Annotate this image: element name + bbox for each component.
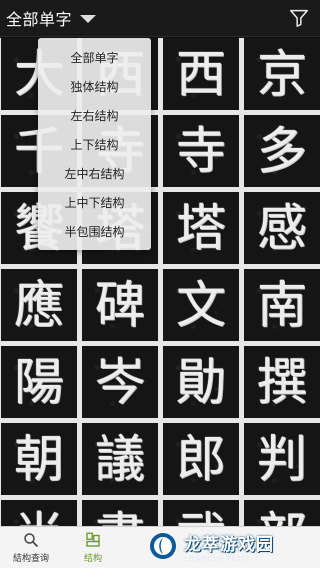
category-selector[interactable]: 全部单字: [6, 6, 97, 30]
character-tile[interactable]: 應: [1, 269, 77, 341]
character-tile[interactable]: 碑: [82, 269, 158, 341]
character-tile[interactable]: 勛: [163, 346, 239, 418]
search-icon: [24, 533, 38, 547]
brand-logo-icon: [150, 533, 176, 559]
character-glyph: 多: [257, 122, 307, 180]
character-glyph: 西: [176, 45, 226, 103]
page-title[interactable]: 全部单字: [6, 6, 72, 30]
character-glyph: 書: [95, 511, 145, 526]
watermark: 龙萃游戏园 LONGCUI TECH: [148, 524, 320, 568]
dropdown-item-all[interactable]: 全部单字: [38, 43, 151, 72]
character-tile[interactable]: 陽: [1, 346, 77, 418]
character-tile[interactable]: 武: [163, 500, 239, 526]
structure-dropdown-menu: 全部单字 独体结构 左右结构 上下结构 左中右结构 上中下结构 半包围结构: [38, 38, 151, 250]
filter-icon[interactable]: [288, 7, 310, 29]
character-tile[interactable]: 南: [244, 269, 320, 341]
top-bar: 全部单字: [0, 0, 320, 37]
dropdown-item-half-enclosure[interactable]: 半包围结构: [38, 217, 151, 246]
structure-icon: [86, 532, 100, 547]
character-tile[interactable]: 判: [244, 423, 320, 495]
watermark-subtitle: LONGCUI TECH: [184, 554, 249, 563]
character-glyph: 岑: [95, 353, 145, 411]
dropdown-item-top-bottom[interactable]: 上下结构: [38, 130, 151, 159]
character-glyph: 塔: [176, 199, 226, 257]
character-glyph: 議: [95, 430, 145, 488]
character-glyph: 感: [257, 199, 307, 257]
character-tile[interactable]: 感: [244, 192, 320, 264]
character-glyph: 勛: [176, 353, 226, 411]
character-tile[interactable]: 議: [82, 423, 158, 495]
character-glyph: 京: [257, 45, 307, 103]
character-tile[interactable]: 岑: [82, 346, 158, 418]
dropdown-item-left-middle-right[interactable]: 左中右结构: [38, 159, 151, 188]
chevron-down-icon[interactable]: [80, 15, 97, 23]
character-tile[interactable]: 朝: [1, 423, 77, 495]
character-glyph: 文: [176, 276, 226, 334]
character-glyph: 尚: [14, 511, 64, 526]
character-tile[interactable]: 塔: [163, 192, 239, 264]
tab-label: 結构查询: [12, 554, 49, 564]
character-glyph: 碑: [95, 276, 145, 334]
character-glyph: 撰: [257, 353, 307, 411]
character-tile[interactable]: 京: [244, 38, 320, 110]
character-tile[interactable]: 撰: [244, 346, 320, 418]
character-tile[interactable]: 書: [82, 500, 158, 526]
tab-structure-search[interactable]: 結构查询: [0, 527, 62, 568]
character-tile[interactable]: 部: [244, 500, 320, 526]
dropdown-item-single[interactable]: 独体结构: [38, 72, 151, 101]
character-glyph: 寺: [176, 122, 226, 180]
dropdown-item-top-middle-bottom[interactable]: 上中下结构: [38, 188, 151, 217]
character-glyph: 陽: [14, 353, 64, 411]
character-tile[interactable]: 多: [244, 115, 320, 187]
character-tile[interactable]: 寺: [163, 115, 239, 187]
character-glyph: 朝: [14, 430, 64, 488]
character-glyph: 南: [257, 276, 307, 334]
character-tile[interactable]: 郎: [163, 423, 239, 495]
tab-label: 结构: [83, 554, 102, 564]
character-tile[interactable]: 尚: [1, 500, 77, 526]
character-glyph: 判: [257, 430, 307, 488]
dropdown-item-left-right[interactable]: 左右结构: [38, 101, 151, 130]
character-glyph: 應: [14, 276, 64, 334]
tab-structure[interactable]: 结构: [62, 527, 124, 568]
character-tile[interactable]: 西: [163, 38, 239, 110]
character-glyph: 郎: [176, 430, 226, 488]
watermark-title: 龙萃游戏园: [184, 534, 274, 555]
character-tile[interactable]: 文: [163, 269, 239, 341]
